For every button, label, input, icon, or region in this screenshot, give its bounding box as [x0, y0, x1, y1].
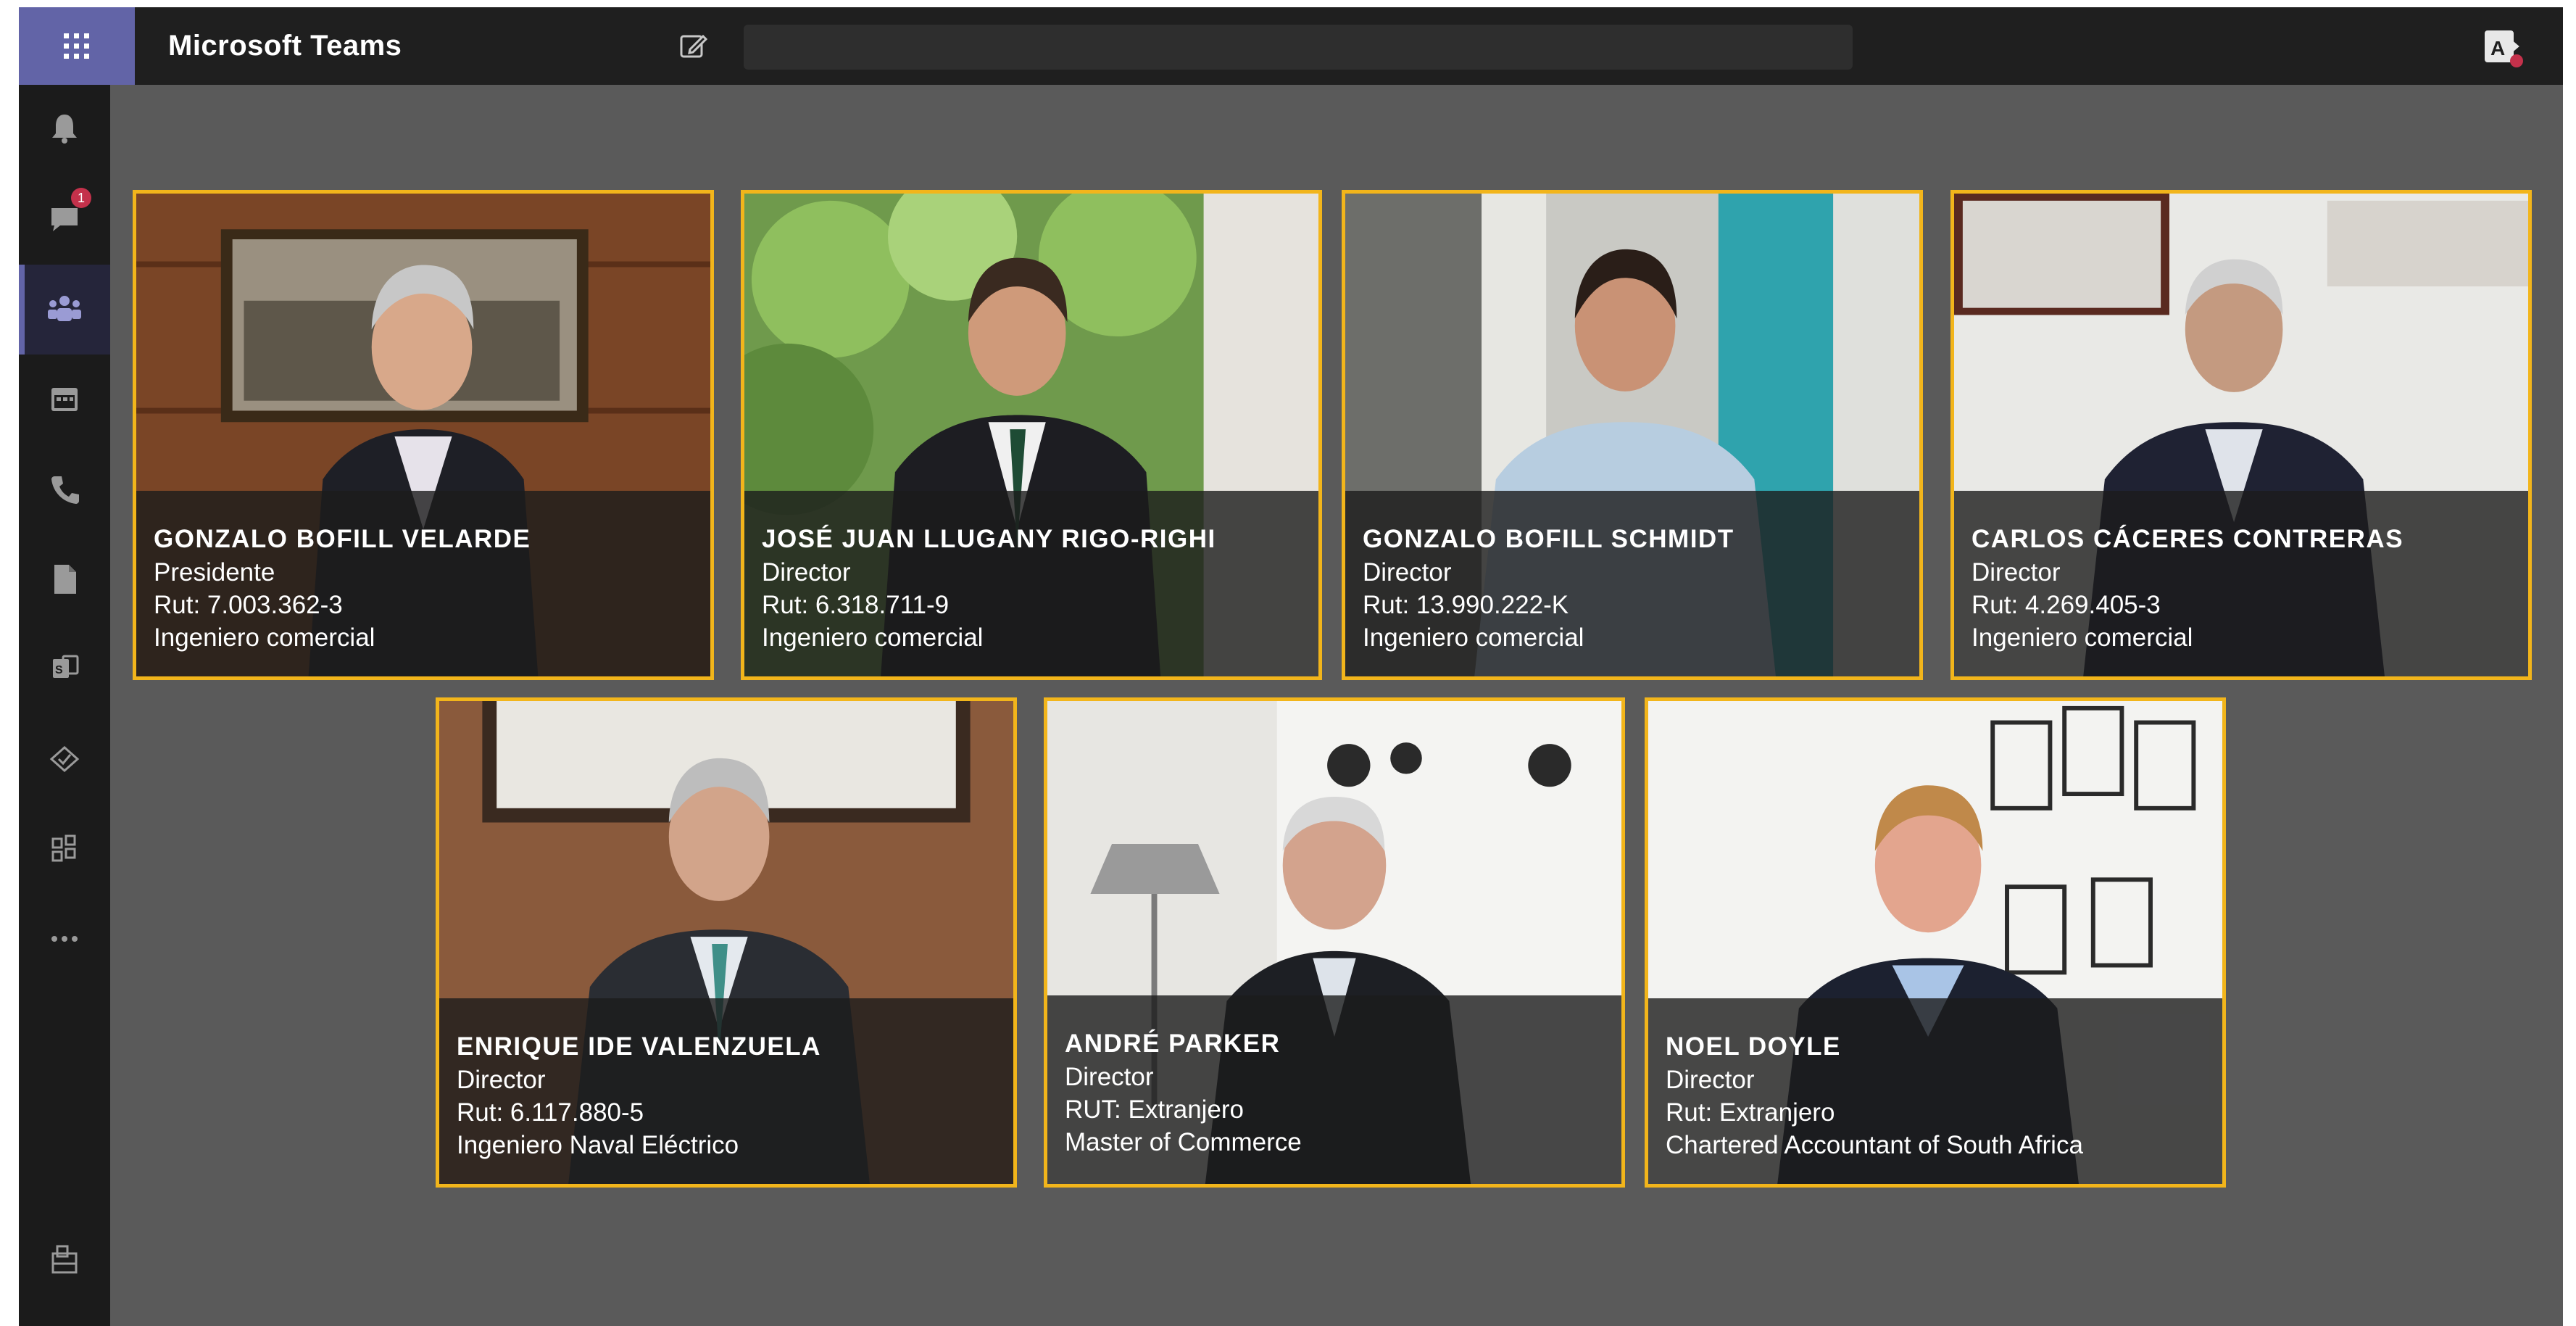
member-rut: Rut: 6.117.880-5: [457, 1098, 644, 1127]
rail-teams[interactable]: [19, 265, 110, 355]
top-bar: Microsoft Teams A: [19, 7, 2563, 85]
member-profession: Ingeniero comercial: [154, 623, 375, 652]
app-title: Microsoft Teams: [168, 30, 402, 62]
member-role: Director: [457, 1066, 546, 1094]
more-icon: [51, 936, 78, 942]
rail-files[interactable]: [19, 534, 110, 624]
member-profession: Ingeniero Naval Eléctrico: [457, 1131, 739, 1159]
new-chat-button[interactable]: [678, 32, 710, 61]
member-profession: Master of Commerce: [1065, 1128, 1302, 1156]
left-rail: 1 S: [19, 85, 110, 1326]
member-caption: NOEL DOYLE Director Rut: Extranjero Char…: [1648, 998, 2222, 1184]
store-icon: [51, 1245, 78, 1274]
member-profession: Ingeniero comercial: [762, 623, 984, 652]
files-icon: [54, 565, 76, 594]
apps-icon: [51, 834, 76, 862]
bell-icon: [52, 115, 77, 144]
member-profession: Chartered Accountant of South Africa: [1666, 1131, 2083, 1159]
app-launcher-button[interactable]: [19, 7, 135, 85]
member-name: GONZALO BOFILL VELARDE: [154, 525, 531, 553]
member-role: Presidente: [154, 558, 275, 587]
waffle-icon: [64, 33, 89, 59]
member-rut: Rut: 7.003.362-3: [154, 591, 343, 619]
rail-more[interactable]: [19, 894, 110, 984]
board-member-card[interactable]: ANDRÉ PARKER Director RUT: Extranjero Ma…: [1044, 697, 1625, 1188]
compose-icon: [680, 34, 708, 58]
calendar-icon: [51, 388, 78, 411]
member-name: GONZALO BOFILL SCHMIDT: [1363, 525, 1734, 553]
teams-window: Microsoft Teams A 1 S GONZALO BOFILL VEL…: [19, 7, 2563, 1326]
svg-text:S: S: [55, 664, 63, 676]
rail-calls[interactable]: [19, 444, 110, 534]
member-role: Director: [1065, 1063, 1154, 1091]
member-name: CARLOS CÁCERES CONTRERAS: [1972, 525, 2404, 553]
rail-tasks[interactable]: [19, 714, 110, 804]
member-caption: ENRIQUE IDE VALENZUELA Director Rut: 6.1…: [439, 998, 1013, 1184]
member-rut: Rut: 13.990.222-K: [1363, 591, 1569, 619]
rail-store[interactable]: [19, 1214, 110, 1304]
board-member-card[interactable]: ENRIQUE IDE VALENZUELA Director Rut: 6.1…: [436, 697, 1017, 1188]
member-rut: Rut: 6.318.711-9: [762, 591, 950, 619]
rail-calendar[interactable]: [19, 355, 110, 444]
member-name: NOEL DOYLE: [1666, 1032, 1841, 1061]
search-input[interactable]: [744, 25, 1853, 70]
member-role: Director: [1972, 558, 2061, 587]
chat-badge: 1: [71, 188, 91, 208]
account-button[interactable]: A: [2480, 25, 2525, 70]
board-member-card[interactable]: CARLOS CÁCERES CONTRERAS Director Rut: 4…: [1950, 190, 2532, 680]
member-profession: Ingeniero comercial: [1363, 623, 1584, 652]
member-name: ANDRÉ PARKER: [1065, 1029, 1281, 1058]
app-icon: S: [53, 655, 79, 678]
board-member-card[interactable]: GONZALO BOFILL SCHMIDT Director Rut: 13.…: [1342, 190, 1923, 680]
member-name: JOSÉ JUAN LLUGANY RIGO-RIGHI: [762, 525, 1216, 553]
member-rut: RUT: Extranjero: [1065, 1095, 1245, 1124]
member-caption: ANDRÉ PARKER Director RUT: Extranjero Ma…: [1047, 995, 1621, 1184]
member-role: Director: [1363, 558, 1452, 587]
member-caption: CARLOS CÁCERES CONTRERAS Director Rut: 4…: [1954, 491, 2528, 676]
board-member-card[interactable]: NOEL DOYLE Director Rut: Extranjero Char…: [1645, 697, 2226, 1188]
member-role: Director: [762, 558, 851, 587]
member-caption: GONZALO BOFILL VELARDE Presidente Rut: 7…: [136, 491, 710, 676]
rail-apps[interactable]: [19, 804, 110, 894]
tasks-icon: [49, 745, 80, 773]
member-rut: Rut: 4.269.405-3: [1972, 591, 2161, 619]
account-icon: A: [2485, 30, 2523, 67]
call-icon: [51, 476, 79, 504]
svg-text:A: A: [2490, 37, 2505, 59]
member-caption: JOSÉ JUAN LLUGANY RIGO-RIGHI Director Ru…: [744, 491, 1318, 676]
rail-app[interactable]: S: [19, 624, 110, 714]
member-name: ENRIQUE IDE VALENZUELA: [457, 1032, 821, 1061]
rail-activity[interactable]: [19, 85, 110, 175]
board-member-card[interactable]: JOSÉ JUAN LLUGANY RIGO-RIGHI Director Ru…: [741, 190, 1322, 680]
rail-chat[interactable]: 1: [19, 175, 110, 265]
member-profession: Ingeniero comercial: [1972, 623, 2193, 652]
member-caption: GONZALO BOFILL SCHMIDT Director Rut: 13.…: [1345, 491, 1919, 676]
member-rut: Rut: Extranjero: [1666, 1098, 1835, 1127]
chat-icon: [51, 208, 78, 231]
teams-icon: [48, 296, 81, 321]
board-member-card[interactable]: GONZALO BOFILL VELARDE Presidente Rut: 7…: [133, 190, 714, 680]
member-role: Director: [1666, 1066, 1755, 1094]
